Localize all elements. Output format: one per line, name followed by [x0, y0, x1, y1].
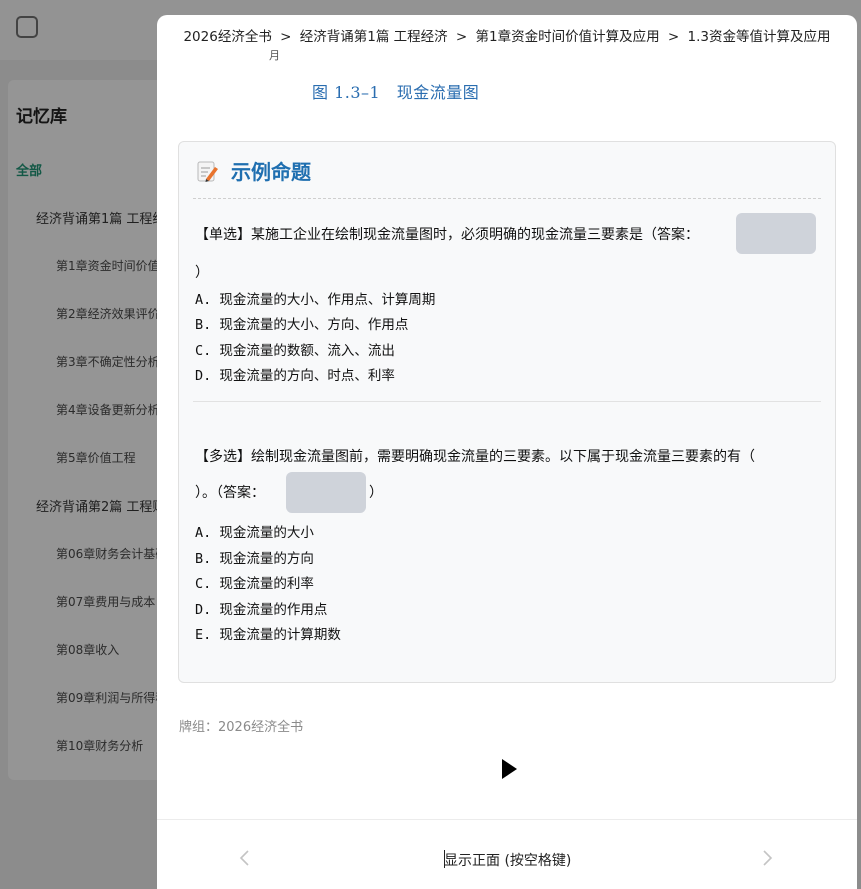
card-footer: 显示正面 (按空格键)	[157, 819, 857, 889]
divider	[193, 401, 821, 402]
example-question-card: 示例命题 【单选】某施工企业在绘制现金流量图时，必须明确的现金流量三要素是（答案…	[178, 141, 836, 683]
single-question-text-end: ）	[195, 265, 209, 281]
breadcrumb-item[interactable]: 2026经济全书	[183, 29, 271, 45]
multi-question-text-suffix: ）	[369, 485, 383, 501]
option-item: C. 现金流量的利率	[195, 576, 314, 592]
breadcrumb-item[interactable]: 第1章资金时间价值计算及应用	[476, 29, 660, 45]
breadcrumb: 2026经济全书 > 经济背诵第1篇 工程经济 > 第1章资金时间价值计算及应用…	[157, 25, 857, 45]
option-item: C. 现金流量的数额、流入、流出	[195, 343, 395, 359]
breadcrumb-separator: >	[455, 29, 468, 45]
option-item: B. 现金流量的方向	[195, 551, 314, 567]
chevron-left-icon[interactable]	[237, 848, 253, 868]
option-item: E. 现金流量的计算期数	[195, 627, 341, 643]
flashcard-modal: 2026经济全书 > 经济背诵第1篇 工程经济 > 第1章资金时间价值计算及应用…	[157, 15, 857, 889]
show-front-button[interactable]: 显示正面 (按空格键)	[444, 850, 571, 870]
chevron-right-icon[interactable]	[759, 848, 775, 868]
memo-icon	[197, 161, 218, 182]
breadcrumb-separator: >	[667, 29, 680, 45]
answer-blank-single[interactable]	[736, 213, 816, 254]
play-audio-icon[interactable]	[499, 758, 519, 780]
answer-blank-multi[interactable]	[286, 472, 366, 513]
breadcrumb-item[interactable]: 经济背诵第1篇 工程经济	[300, 29, 448, 45]
multi-question-text-prefix: ）。（答案：	[195, 485, 265, 501]
breadcrumb-separator: >	[280, 29, 292, 45]
deck-label: 牌组：2026经济全书	[179, 720, 304, 735]
breadcrumb-item[interactable]: 1.3资金等值计算及应用	[688, 29, 831, 45]
option-item: D. 现金流量的方向、时点、利率	[195, 368, 395, 384]
card-title: 示例命题	[231, 160, 311, 184]
single-question-text: 【单选】某施工企业在绘制现金流量图时，必须明确的现金流量三要素是（答案：	[195, 227, 699, 243]
divider	[193, 198, 821, 199]
card-header: 示例命题	[197, 156, 311, 185]
option-item: A. 现金流量的大小、作用点、计算周期	[195, 292, 436, 308]
multi-question-text: 【多选】绘制现金流量图前，需要明确现金流量的三要素。以下属于现金流量三要素的有（	[195, 449, 755, 465]
option-item: A. 现金流量的大小	[195, 525, 314, 541]
figure-caption: 图 1.3–1 现金流量图	[312, 83, 480, 102]
option-item: D. 现金流量的作用点	[195, 602, 328, 618]
figure-fragment: 月	[269, 49, 280, 62]
option-item: B. 现金流量的大小、方向、作用点	[195, 317, 409, 333]
